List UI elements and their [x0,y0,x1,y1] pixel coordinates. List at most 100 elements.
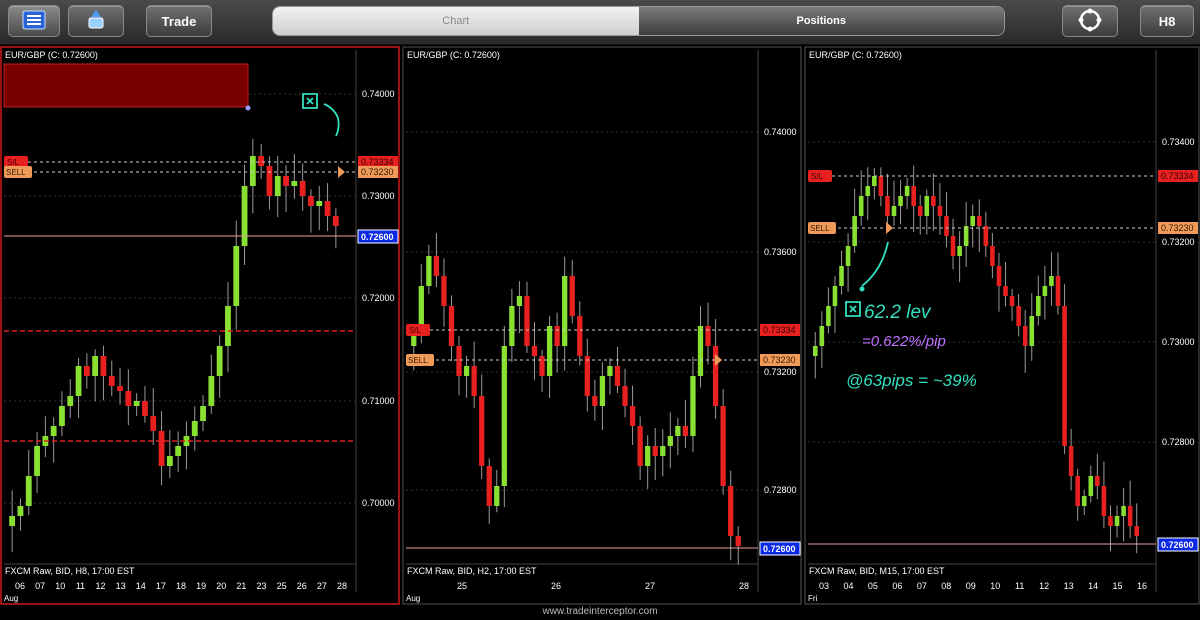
candle-body [494,486,500,506]
x-tick-label: 12 [95,581,105,591]
candle-body [92,356,99,376]
candle-body [872,176,877,186]
candle-body [516,296,523,306]
candle-body [158,431,165,466]
x-tick-label: 12 [1039,581,1049,591]
refresh-button[interactable] [1062,5,1118,37]
x-tick-label: 09 [966,581,976,591]
y-tick-label: 0.73000 [1162,337,1195,347]
candle-body [441,276,447,306]
candle-body [667,436,673,446]
tab-chart[interactable]: Chart [273,7,639,35]
chart-panel-h2[interactable]: 0.74000 0.73600 0.73200 0.72800 EUR/GBP (C: … [402,46,802,606]
candle-body [1134,526,1140,536]
candle-body [858,196,864,216]
candle-body [1029,316,1035,346]
candle-body [898,196,903,206]
entry-marker [338,166,345,178]
current-price: 0.72600 [361,232,394,242]
candle-body [308,196,314,206]
timeframe-button[interactable]: H8 [1140,5,1194,37]
candle-body [299,181,306,196]
candle-body [1055,276,1061,306]
zone-handle[interactable] [245,105,251,111]
candle-body [983,226,989,246]
candle-body [50,426,57,436]
y-tick-label: 0.72800 [764,485,797,495]
x-tick-label: 07 [35,581,45,591]
candle-body [208,376,215,406]
x-tick-label: 06 [15,581,25,591]
candle-body [917,206,923,216]
candle-body [539,356,545,376]
x-tick-label: 23 [256,581,266,591]
refresh-cycle-icon [1077,7,1103,36]
y-tick-label: 0.74000 [764,127,797,137]
tab-positions[interactable]: Positions [638,7,1004,35]
candle-body [9,516,16,526]
candle-body [690,376,696,436]
candle-body [411,336,417,346]
candle-body [166,456,173,466]
x-tick-label: 27 [317,581,327,591]
candle-body [957,246,962,256]
candle-body [931,196,936,206]
sell-label: SELL [6,168,26,177]
chart-source-label: FXCM Raw, BID, H8, 17:00 EST [5,566,135,576]
candle-body [216,346,223,376]
candle-body [622,386,628,406]
candle-body [1101,486,1107,516]
x-period-label: Aug [406,594,420,603]
stop-loss-price: 0.73334 [763,325,796,335]
x-tick-label: 05 [868,581,878,591]
candle-body [1036,296,1041,316]
trade-button[interactable]: Trade [146,5,212,37]
chart-frame [804,46,1200,605]
candle-body [1042,286,1048,296]
y-tick-label: 0.71000 [362,396,395,406]
candle-body [1022,326,1028,346]
candle-body [1003,286,1008,296]
x-tick-label: 18 [176,581,186,591]
handwritten-arrow [861,241,889,287]
handwritten-dot [859,286,865,292]
candle-body [142,401,148,416]
x-tick-label: 08 [941,581,951,591]
candle-body [433,256,440,276]
chart-frame [0,46,400,605]
candle-body [1088,476,1094,496]
x-tick-label: 04 [843,581,853,591]
menu-button[interactable] [8,5,60,37]
candle-body [509,306,515,346]
candle-body [1108,516,1113,526]
candle-body [75,366,82,396]
stop-loss-label: S/L [811,172,824,181]
x-tick-label: 06 [892,581,902,591]
x-tick-label: 19 [196,581,206,591]
entry-marker [715,354,722,366]
candle-body [705,326,711,346]
candle-body [291,181,298,186]
candle-body [59,406,65,426]
candle-body [1016,306,1021,326]
candle-body [937,206,943,216]
handwritten-mark [845,301,861,317]
chart-panel-m15[interactable]: 0.73400 0.73200 0.73000 0.72800 EUR/GBP (C: … [804,46,1200,606]
y-tick-label: 0.73600 [764,247,797,257]
x-tick-label: 07 [917,581,927,591]
candle-body [885,196,890,216]
drawing-tool-button[interactable] [68,5,124,37]
candle-body [963,226,969,246]
candle-body [67,396,74,406]
stop-loss-price: 0.73334 [361,157,394,167]
candle-body [501,346,507,486]
x-period-label: Aug [4,594,18,603]
top-toolbar: Trade Chart Positions H8 [0,0,1200,45]
chart-panel-h8[interactable]: 0.74000 0.73000 0.72000 0.71000 0.70000 EUR/G… [0,46,400,606]
sell-label: SELL [408,356,428,365]
candle-body [865,186,871,196]
candle-body [924,196,930,216]
y-tick-label: 0.73400 [1162,137,1195,147]
candle-body [324,201,331,216]
candle-body [479,396,485,466]
